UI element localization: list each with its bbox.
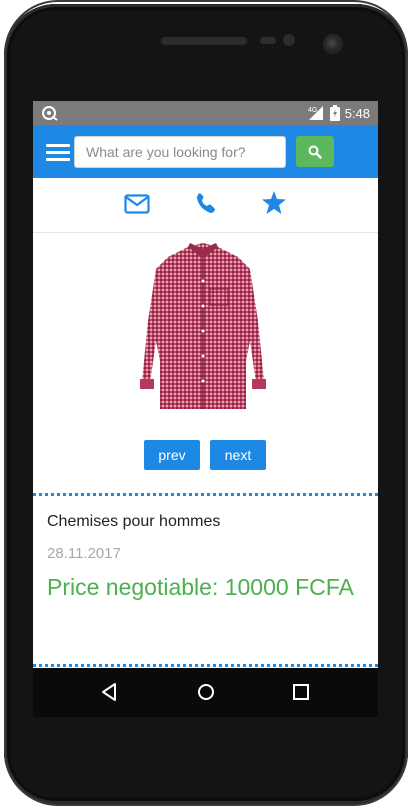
menu-button[interactable] [46, 144, 70, 162]
star-icon[interactable] [262, 191, 286, 214]
phone-icon[interactable] [196, 192, 216, 214]
search-button[interactable] [296, 136, 334, 167]
shirt-image [140, 243, 266, 409]
network-label: 4G [308, 107, 317, 114]
prev-button[interactable]: prev [144, 440, 200, 470]
next-button[interactable]: next [210, 440, 266, 470]
status-bar: 4G 5:48 [33, 101, 378, 125]
hamburger-icon [46, 144, 70, 147]
status-icons: 4G 5:48 [307, 104, 370, 122]
product-details: Chemises pour hommes 28.11.2017 Price ne… [33, 496, 378, 666]
back-icon[interactable] [97, 680, 121, 704]
proximity-sensor [260, 37, 276, 44]
hamburger-icon-line [46, 151, 70, 154]
light-sensor [283, 34, 295, 46]
email-icon[interactable] [124, 194, 150, 214]
product-date: 28.11.2017 [47, 545, 121, 562]
earpiece-speaker [160, 35, 248, 45]
contact-actions [33, 178, 378, 233]
product-gallery: prev next [33, 233, 378, 493]
battery-icon [329, 105, 340, 121]
search-input[interactable] [74, 136, 286, 168]
product-price: Price negotiable: 10000 FCFA [47, 574, 354, 600]
screen: 4G 5:48 What are you looking for? prev n… [33, 101, 378, 717]
home-icon[interactable] [194, 680, 218, 704]
hamburger-icon-line [46, 158, 70, 161]
recents-icon[interactable] [289, 680, 313, 704]
front-camera [323, 34, 343, 54]
notification-icon [42, 106, 58, 121]
search-icon [308, 145, 322, 159]
signal-icon: 4G [308, 106, 323, 120]
app-header [33, 125, 378, 178]
clock: 5:48 [344, 105, 370, 121]
system-nav-bar [33, 668, 378, 717]
product-title: Chemises pour hommes [47, 513, 221, 530]
section-divider-bottom [33, 664, 378, 667]
